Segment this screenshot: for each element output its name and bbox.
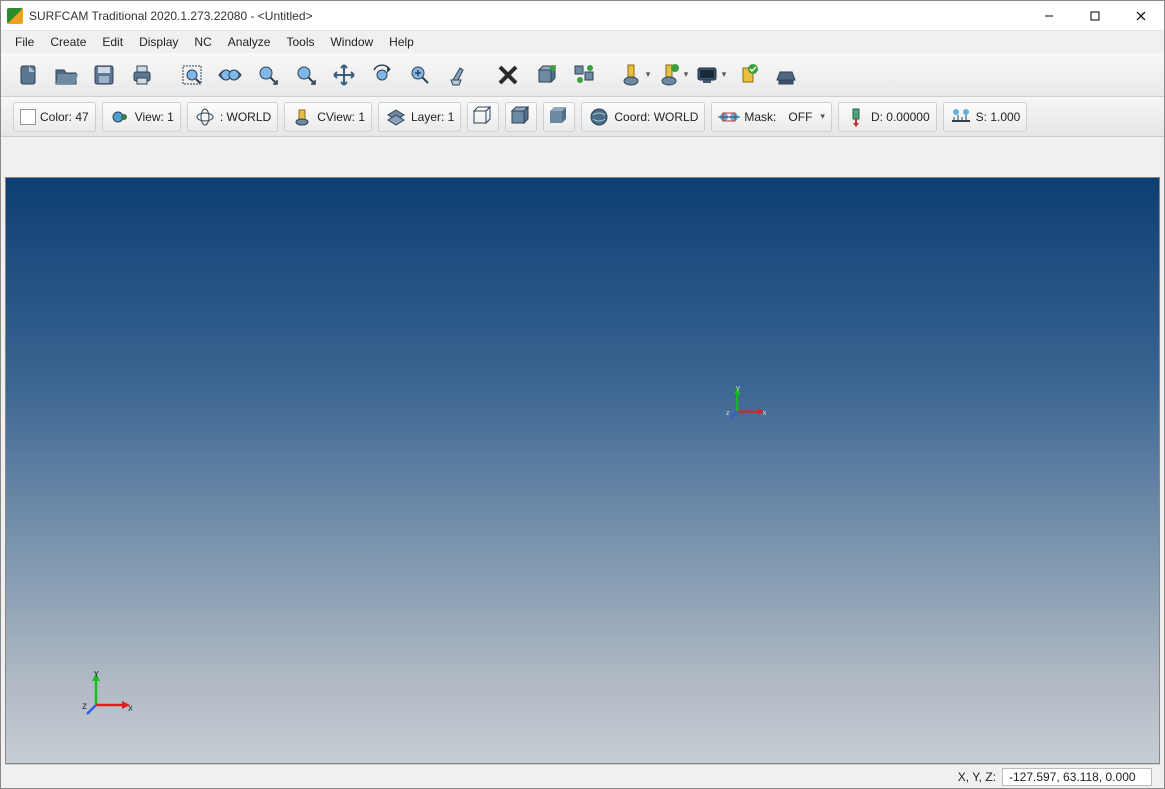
tool-yellow-button[interactable] [617,58,651,92]
menu-display[interactable]: Display [131,33,186,51]
status-xyz-value: -127.597, 63.118, 0.000 [1002,768,1152,786]
menu-analyze[interactable]: Analyze [220,33,279,51]
coord-label: Coord: WORLD [614,110,698,124]
verify-button[interactable] [731,58,765,92]
box-cut-button[interactable] [529,58,563,92]
machine-sim-button[interactable] [769,58,803,92]
color-label: Color: 47 [40,110,89,124]
svg-text:x: x [763,408,766,417]
world-label: : WORLD [220,110,271,124]
shaded-edges-button[interactable] [505,102,537,132]
save-file-button[interactable] [87,58,121,92]
svg-text:z: z [726,408,730,417]
menu-nc[interactable]: NC [186,33,219,51]
layer-label: Layer: 1 [411,110,454,124]
svg-text:Y: Y [736,386,741,393]
world-axis-icon [194,106,216,128]
mask-selector[interactable]: Mask: OFF ▾ [711,102,832,132]
menu-help[interactable]: Help [381,33,422,51]
svg-text:Y: Y [93,671,100,680]
mask-value: OFF [788,110,812,124]
window-title: SURFCAM Traditional 2020.1.273.22080 - <… [29,9,1026,23]
view-icon [109,106,131,128]
clean-button[interactable] [441,58,475,92]
wireframe-button[interactable] [467,102,499,132]
zoom-previous-button[interactable] [289,58,323,92]
zoom-window-button[interactable] [175,58,209,92]
delete-button[interactable] [491,58,525,92]
open-file-button[interactable] [49,58,83,92]
layer-icon [385,106,407,128]
toolbar-gap [1,137,1164,177]
print-button[interactable] [125,58,159,92]
zoom-dynamic-button[interactable] [213,58,247,92]
menu-edit[interactable]: Edit [94,33,131,51]
status-xyz-label: X, Y, Z: [958,770,996,784]
maximize-button[interactable] [1072,1,1118,31]
app-icon [7,8,23,24]
layer-selector[interactable]: Layer: 1 [378,102,461,132]
screen-icon-button[interactable] [693,58,727,92]
close-button[interactable] [1118,1,1164,31]
view-selector[interactable]: View: 1 [102,102,181,132]
scale-icon [950,106,972,128]
title-bar: SURFCAM Traditional 2020.1.273.22080 - <… [1,1,1164,31]
cview-selector[interactable]: CView: 1 [284,102,372,132]
window-controls [1026,1,1164,31]
mask-icon [718,106,740,128]
menu-create[interactable]: Create [42,33,94,51]
cview-icon [291,106,313,128]
menu-tools[interactable]: Tools [278,33,322,51]
status-bar: X, Y, Z: -127.597, 63.118, 0.000 [5,764,1160,788]
color-selector[interactable]: Color: 47 [13,102,96,132]
world-selector[interactable]: : WORLD [187,102,278,132]
coord-selector[interactable]: Coord: WORLD [581,102,705,132]
view-label: View: 1 [135,110,174,124]
d-label: D: 0.00000 [871,110,930,124]
menu-file[interactable]: File [7,33,42,51]
menu-window[interactable]: Window [322,33,381,51]
minimize-button[interactable] [1026,1,1072,31]
svg-text:x: x [128,703,132,714]
new-file-button[interactable] [11,58,45,92]
properties-bar: Color: 47 View: 1 : WORLD CView: 1 Layer… [1,97,1164,137]
zoom-extents-button[interactable] [403,58,437,92]
mask-label: Mask: [744,110,776,124]
pan-button[interactable] [327,58,361,92]
tool-green-button[interactable] [655,58,689,92]
cview-label: CView: 1 [317,110,365,124]
globe-icon [588,106,610,128]
s-label: S: 1.000 [976,110,1021,124]
s-value[interactable]: S: 1.000 [943,102,1028,132]
axis-triad-center: Y x z [726,386,766,424]
svg-text:z: z [82,701,87,712]
arrange-button[interactable] [567,58,601,92]
menu-bar: File Create Edit Display NC Analyze Tool… [1,31,1164,53]
d-value[interactable]: D: 0.00000 [838,102,937,132]
rotate-view-button[interactable] [365,58,399,92]
viewport-wrap: Y x z Y x z X, Y, Z: [1,177,1164,788]
viewport-3d[interactable]: Y x z Y x z [5,177,1160,764]
shaded-button[interactable] [543,102,575,132]
zoom-all-button[interactable] [251,58,285,92]
depth-icon [845,106,867,128]
axis-triad-corner: Y x z [82,671,132,719]
color-swatch [20,109,36,125]
main-toolbar [1,53,1164,97]
